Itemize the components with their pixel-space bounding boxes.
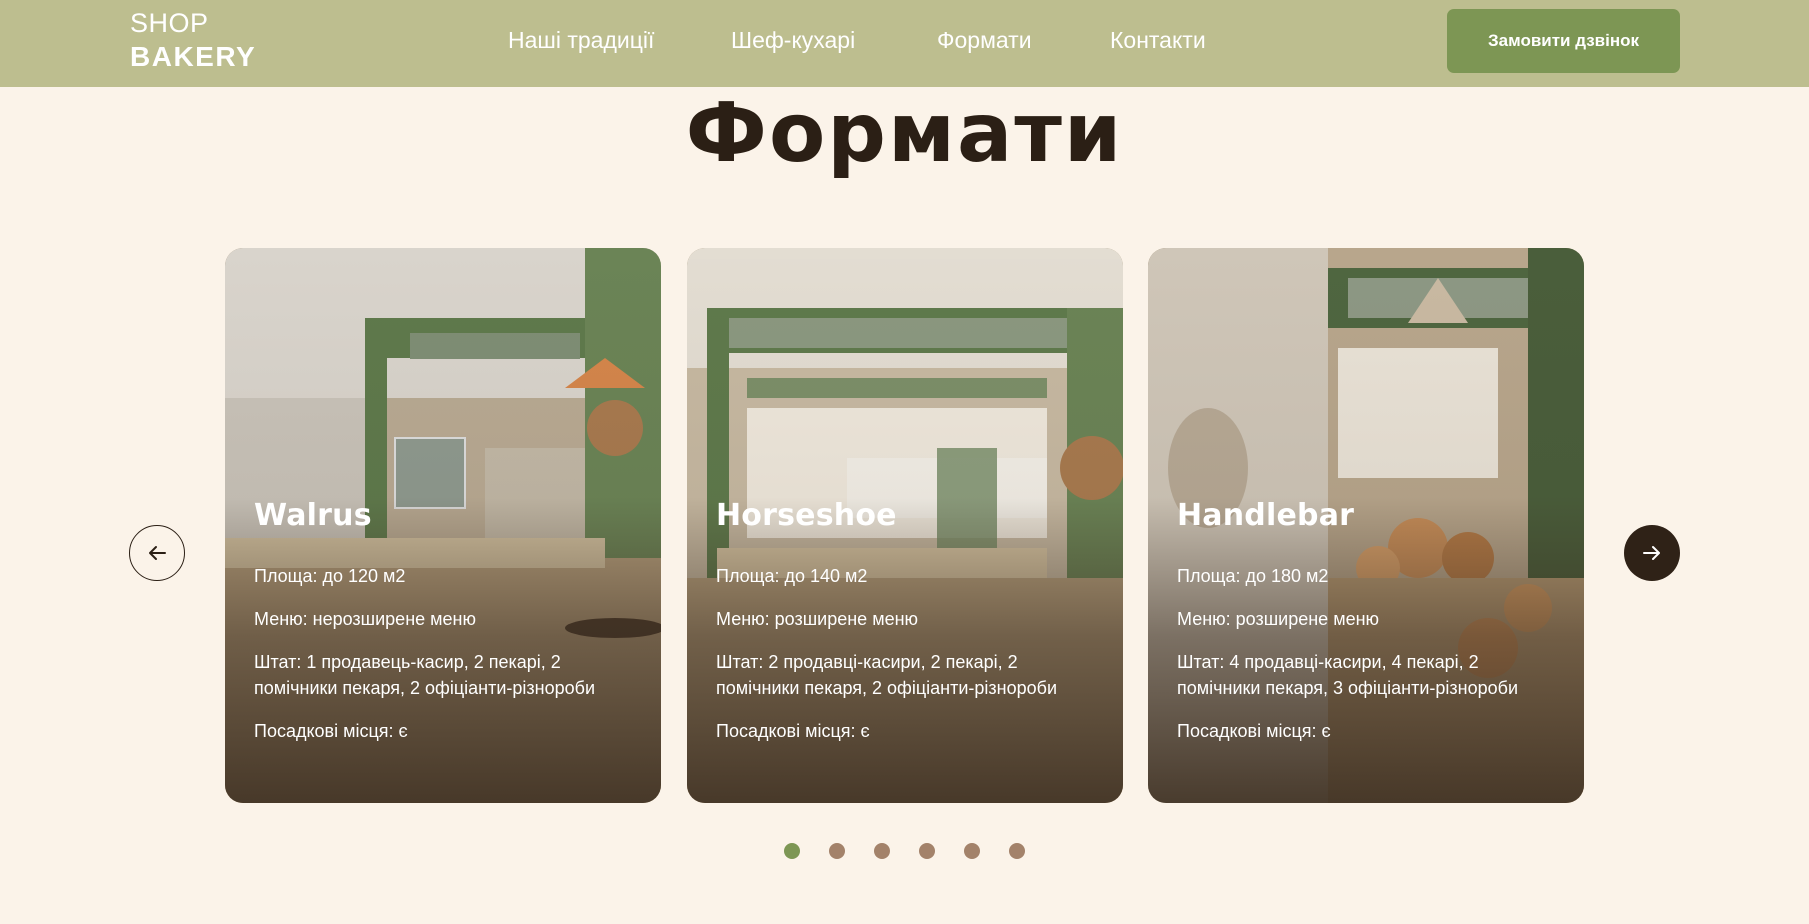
pagination-dot[interactable]: [1009, 843, 1025, 859]
pagination-dot[interactable]: [874, 843, 890, 859]
card-seats: Посадкові місця: є: [254, 721, 408, 741]
card-area: Площа: до 120 м2: [254, 566, 406, 586]
nav-item-formats[interactable]: Формати: [937, 27, 1032, 54]
card-menu: Меню: нерозширене меню: [254, 609, 476, 629]
card-menu: Меню: розширене меню: [1177, 609, 1380, 629]
nav-item-contacts[interactable]: Контакти: [1110, 27, 1206, 54]
card-content: Handlebar Площа: до 180 м2 Меню: розшире…: [1177, 498, 1564, 761]
format-card-walrus[interactable]: Walrus Площа: до 120 м2 Меню: нерозширен…: [225, 248, 661, 803]
nav-item-chefs[interactable]: Шеф-кухарі: [731, 27, 855, 54]
pagination-dot[interactable]: [784, 843, 800, 859]
logo-top: SHOP: [130, 8, 209, 38]
logo[interactable]: SHOP BAKERY: [130, 10, 256, 71]
card-menu: Меню: розширене меню: [716, 609, 919, 629]
logo-bottom: BAKERY: [130, 41, 257, 72]
card-seats: Посадкові місця: є: [716, 721, 870, 741]
order-call-button[interactable]: Замовити дзвінок: [1447, 9, 1680, 73]
page-title: Формати: [685, 86, 1124, 181]
format-card-handlebar[interactable]: Handlebar Площа: до 180 м2 Меню: розшире…: [1148, 248, 1584, 803]
arrow-left-icon: [149, 546, 166, 560]
format-card-horseshoe[interactable]: Horseshoe Площа: до 140 м2 Меню: розшире…: [687, 248, 1123, 803]
card-seats: Посадкові місця: є: [1177, 721, 1331, 741]
card-area: Площа: до 180 м2: [1177, 566, 1329, 586]
carousel-next-button[interactable]: [1624, 525, 1680, 581]
arrow-right-icon: [1643, 546, 1660, 560]
card-title: Handlebar: [1177, 498, 1355, 533]
card-content: Horseshoe Площа: до 140 м2 Меню: розшире…: [716, 498, 1103, 761]
card-staff: Штат: 1 продавець-касир, 2 пекарі, 2 пом…: [254, 652, 596, 698]
pagination-dot[interactable]: [919, 843, 935, 859]
card-content: Walrus Площа: до 120 м2 Меню: нерозширен…: [254, 498, 641, 761]
carousel-prev-button[interactable]: [129, 525, 185, 581]
nav-item-traditions[interactable]: Наші традиції: [508, 27, 654, 54]
card-area: Площа: до 140 м2: [716, 566, 868, 586]
pagination-dot[interactable]: [829, 843, 845, 859]
card-staff: Штат: 4 продавці-касири, 4 пекарі, 2 пом…: [1177, 652, 1519, 698]
card-staff: Штат: 2 продавці-касири, 2 пекарі, 2 пом…: [716, 652, 1058, 698]
card-title: Horseshoe: [716, 498, 897, 533]
site-header: SHOP BAKERY Наші традиції Шеф-кухарі Фор…: [0, 0, 1809, 87]
card-title: Walrus: [254, 498, 372, 533]
pagination-dot[interactable]: [964, 843, 980, 859]
